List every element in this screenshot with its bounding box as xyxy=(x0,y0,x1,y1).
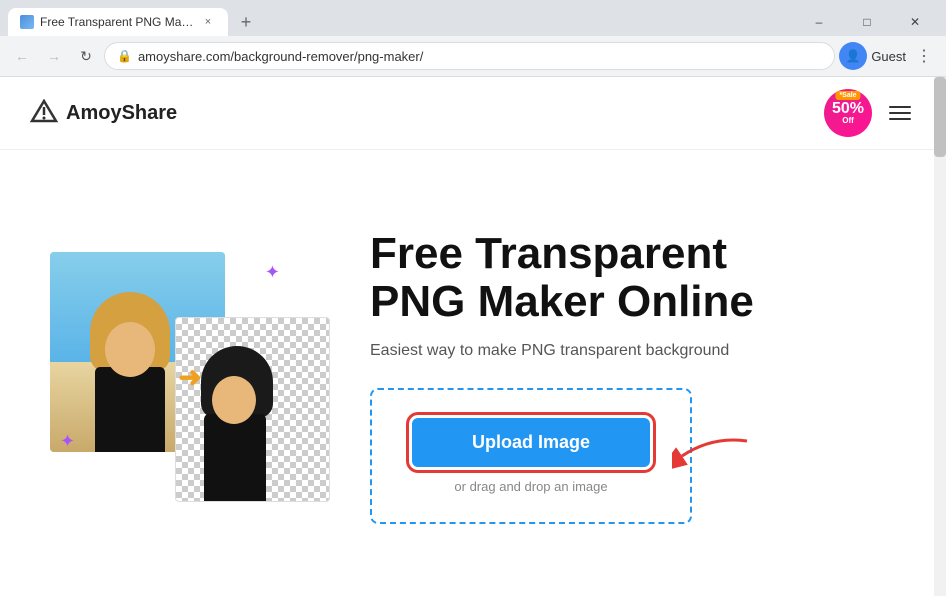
sale-badge[interactable]: *Sale 50% Off xyxy=(824,89,872,137)
url-text: amoyshare.com/background-remover/png-mak… xyxy=(138,49,822,64)
minimize-button[interactable]: – xyxy=(796,8,842,36)
tab-favicon xyxy=(20,15,34,29)
back-button[interactable]: ← xyxy=(8,42,36,70)
image-preview: ➜ ✦ ✦ xyxy=(50,252,330,502)
profile-icon: 👤 xyxy=(846,49,861,63)
upload-image-button[interactable]: Upload Image xyxy=(412,418,650,467)
hero-section: Free Transparent PNG Maker Online Easies… xyxy=(370,230,896,525)
page-content: AmoyShare *Sale 50% Off xyxy=(0,77,946,596)
hamburger-line-2 xyxy=(889,112,911,114)
site-logo[interactable]: AmoyShare xyxy=(30,99,177,127)
tab-bar: Free Transparent PNG Maker - × + – □ ✕ xyxy=(0,0,946,36)
transparent-image xyxy=(175,317,330,502)
profile-button[interactable]: 👤 xyxy=(839,42,867,70)
title-line-2: PNG Maker Online xyxy=(370,277,754,326)
sale-off: Off xyxy=(842,117,854,125)
reload-button[interactable]: ↻ xyxy=(72,42,100,70)
nav-bar: ← → ↻ 🔒 amoyshare.com/background-remover… xyxy=(0,36,946,76)
tab-title: Free Transparent PNG Maker - xyxy=(40,15,194,29)
tab-close-button[interactable]: × xyxy=(200,14,216,30)
profile-label: Guest xyxy=(871,49,906,64)
window-controls: – □ ✕ xyxy=(796,8,938,36)
active-tab[interactable]: Free Transparent PNG Maker - × xyxy=(8,8,228,36)
upload-zone-wrapper: Upload Image or drag and drop an image xyxy=(370,388,692,524)
logo-icon xyxy=(30,99,58,127)
sparkle-1: ✦ xyxy=(265,262,280,283)
drag-drop-hint: or drag and drop an image xyxy=(454,479,607,494)
conversion-arrow: ➜ xyxy=(178,361,201,394)
sparkle-2: ✦ xyxy=(60,431,75,452)
browser-chrome: Free Transparent PNG Maker - × + – □ ✕ ←… xyxy=(0,0,946,77)
scrollbar-thumb[interactable] xyxy=(934,77,946,157)
hero-subtitle: Easiest way to make PNG transparent back… xyxy=(370,342,896,360)
hamburger-menu[interactable] xyxy=(884,97,916,129)
hamburger-line-1 xyxy=(889,106,911,108)
maximize-button[interactable]: □ xyxy=(844,8,890,36)
logo-text: AmoyShare xyxy=(66,102,177,125)
hero-title: Free Transparent PNG Maker Online xyxy=(370,230,896,327)
address-bar[interactable]: 🔒 amoyshare.com/background-remover/png-m… xyxy=(104,42,835,70)
browser-menu-button[interactable]: ⋮ xyxy=(910,42,938,70)
header-right: *Sale 50% Off xyxy=(824,89,916,137)
browser-actions: 👤 Guest ⋮ xyxy=(839,42,938,70)
scrollbar[interactable] xyxy=(934,77,946,596)
sale-percent: 50% xyxy=(832,101,864,117)
title-line-1: Free Transparent xyxy=(370,229,727,278)
lock-icon: 🔒 xyxy=(117,49,132,63)
main-content: ➜ ✦ ✦ Free Transparent PNG xyxy=(0,150,946,596)
red-arrow xyxy=(672,431,752,481)
forward-button[interactable]: → xyxy=(40,42,68,70)
hamburger-line-3 xyxy=(889,118,911,120)
upload-zone[interactable]: Upload Image or drag and drop an image xyxy=(370,388,692,524)
close-button[interactable]: ✕ xyxy=(892,8,938,36)
site-header: AmoyShare *Sale 50% Off xyxy=(0,77,946,150)
sale-label: *Sale xyxy=(835,91,860,100)
new-tab-button[interactable]: + xyxy=(232,8,260,36)
